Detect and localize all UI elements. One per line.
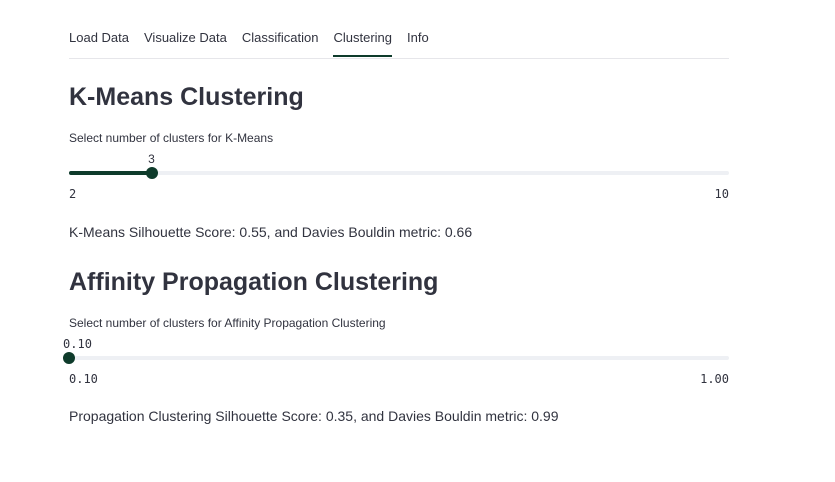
affinity-result-text: Propagation Clustering Silhouette Score:… <box>69 408 559 424</box>
kmeans-slider-fill <box>69 171 152 175</box>
affinity-slider-track[interactable] <box>69 356 729 360</box>
affinity-slider[interactable]: 0.10 <box>63 337 729 372</box>
kmeans-slider-max-label: 10 <box>714 187 729 201</box>
affinity-slider-handle[interactable] <box>63 352 75 364</box>
tab-visualize-data[interactable]: Visualize Data <box>144 18 227 57</box>
tab-load-data[interactable]: Load Data <box>69 18 129 57</box>
tab-clustering[interactable]: Clustering <box>333 18 392 57</box>
tab-info[interactable]: Info <box>407 18 429 57</box>
affinity-slider-value: 0.10 <box>63 337 92 351</box>
tab-bar: Load Data Visualize Data Classification … <box>69 18 729 59</box>
affinity-slider-max-label: 1.00 <box>700 372 729 386</box>
kmeans-slider[interactable]: 3 <box>69 152 729 187</box>
kmeans-slider-value: 3 <box>148 152 155 166</box>
kmeans-title: K-Means Clustering <box>69 83 304 111</box>
affinity-title: Affinity Propagation Clustering <box>69 268 439 296</box>
clustering-page: Load Data Visualize Data Classification … <box>0 0 835 482</box>
kmeans-slider-label: Select number of clusters for K-Means <box>69 131 274 145</box>
affinity-slider-min-label: 0.10 <box>69 372 98 386</box>
affinity-slider-label: Select number of clusters for Affinity P… <box>69 316 386 330</box>
kmeans-result-text: K-Means Silhouette Score: 0.55, and Davi… <box>69 224 473 240</box>
kmeans-slider-min-label: 2 <box>69 187 77 201</box>
tab-classification[interactable]: Classification <box>242 18 319 57</box>
kmeans-slider-handle[interactable] <box>145 167 158 179</box>
kmeans-slider-track[interactable] <box>69 171 729 175</box>
